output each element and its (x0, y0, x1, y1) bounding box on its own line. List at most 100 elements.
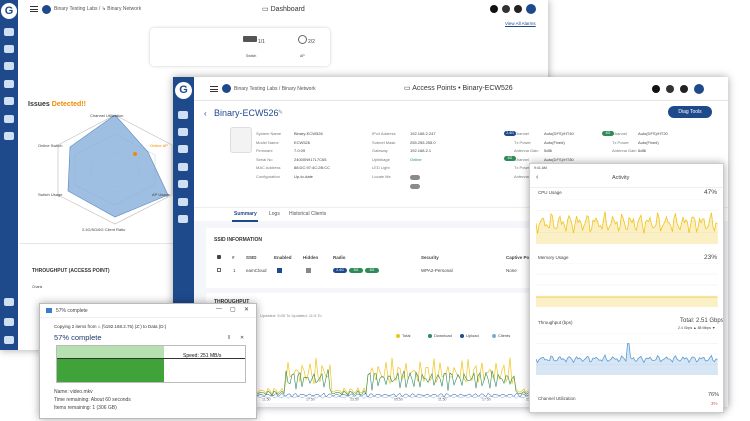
ap-icon (298, 35, 307, 44)
throughput-updated: Updated: 5:05 To Updated: 11:5 To (260, 313, 322, 318)
activity-back-icon[interactable]: ‹ (536, 174, 538, 181)
help-icon[interactable] (502, 5, 510, 13)
throughput-label: Throughput (bps) (538, 320, 573, 325)
switch-label: Switch (246, 54, 257, 58)
radio-badge-6g: 6G (365, 268, 379, 273)
issues-detected: Detected! (51, 101, 84, 108)
pause-icon[interactable]: ‖ (228, 335, 230, 341)
user-icon[interactable] (4, 115, 14, 123)
close-icon[interactable]: ✕ (244, 306, 249, 313)
view-alarms-link[interactable]: View All Alarms (505, 21, 536, 26)
theme-icon[interactable] (652, 85, 660, 93)
ssid-enabled-checkbox[interactable] (277, 268, 282, 273)
ssid-row-security: WPA2-Personal (421, 268, 453, 273)
info-label: MAC Address (256, 165, 281, 170)
led-toggle[interactable] (410, 175, 420, 180)
switch-count: 1/1 (258, 39, 265, 45)
monitor-icon[interactable] (4, 28, 14, 36)
copy-window-title: 57% complete (56, 308, 88, 314)
gear-icon[interactable] (4, 45, 14, 53)
legend-swatch (460, 334, 464, 338)
info-value: 192.168.2.247 (410, 131, 436, 136)
memory-usage-chart (536, 263, 718, 307)
theme-icon[interactable] (490, 5, 498, 13)
issues-title: Issues (28, 101, 50, 108)
notification-icon[interactable] (514, 5, 522, 13)
notification-icon[interactable] (680, 85, 688, 93)
user-icon[interactable] (178, 198, 188, 206)
doc-icon[interactable] (4, 298, 14, 306)
issues-radar-chart (57, 114, 173, 225)
user-avatar[interactable] (694, 84, 704, 94)
ssid-header-ssid: SSID (246, 255, 257, 260)
maximize-button[interactable]: ▢ (230, 306, 236, 313)
channel-util-extra: 3% (711, 401, 718, 406)
ssid-row-num: 1 (233, 268, 236, 273)
legend-label: Total (402, 333, 411, 338)
channel-util-label: Channel Utilization (538, 396, 576, 401)
dashboard-sidebar: G (0, 0, 18, 350)
info-value: 255.255.255.0 (410, 139, 436, 145)
ap-breadcrumb[interactable]: Binary Testing Labs / Binary Network (234, 86, 316, 92)
device-icon[interactable] (178, 145, 188, 153)
tools-icon[interactable] (4, 132, 14, 140)
tab-summary-underline (232, 220, 258, 222)
users-icon[interactable] (4, 318, 14, 326)
tools-icon[interactable] (178, 215, 188, 223)
dashboard-chart-label: Charts (32, 285, 43, 289)
locate-toggle[interactable] (410, 183, 420, 189)
copy-progress-graph: Speed: 251 MB/s (56, 345, 246, 383)
dashboard-breadcrumb[interactable]: Binary Testing Labs / ↳ Binary Network (54, 6, 141, 12)
cloud-icon[interactable] (4, 97, 14, 105)
legend-swatch (396, 334, 400, 338)
ap-page-title-text: Access Points • Binary-ECW526 (412, 85, 513, 92)
info-label: Tx Power (514, 139, 531, 145)
radar-label-top: Channel Utilization (90, 113, 124, 118)
lock-icon (217, 255, 221, 259)
ssid-row-checkbox[interactable] (217, 268, 221, 272)
info-label: Firmware (256, 148, 273, 153)
info-value: Auto(Fixed) (638, 139, 659, 145)
minimize-button[interactable]: — (216, 306, 222, 312)
copy-speed-area (57, 358, 165, 382)
device-icon[interactable] (4, 62, 14, 70)
cancel-icon[interactable]: ✕ (240, 335, 244, 341)
info-value: 6dBi (638, 148, 647, 153)
edit-icon[interactable]: ✎ (278, 109, 283, 116)
copy-dialog: 57% complete — ▢ ✕ Copying 2 items from … (39, 303, 257, 419)
radar-alert-point (133, 152, 137, 156)
dashboard-title: ▭ Dashboard (262, 6, 305, 13)
monitor-icon[interactable] (178, 111, 188, 119)
diag-tools-button[interactable]: Diag Tools (668, 106, 712, 118)
tab-summary[interactable]: Summary (234, 211, 257, 217)
user-avatar[interactable] (526, 4, 536, 14)
copy-file-name: Name: video.mkv (54, 389, 93, 395)
ssid-row-portal: None (506, 268, 517, 273)
tab-historical-clients[interactable]: Historical Clients (289, 211, 326, 217)
gear-icon[interactable] (178, 128, 188, 136)
grid-icon[interactable] (178, 163, 188, 171)
grid-icon[interactable] (4, 80, 14, 88)
ap-throughput-chart: 11:5017:5023:5005:5011:5017:5023:50 (256, 357, 537, 402)
x-tick-label: 17:50 (306, 398, 315, 402)
info-value: Auto(DFS)/HT80 (544, 156, 574, 162)
tab-logs[interactable]: Logs (269, 211, 280, 217)
cpu-label: CPU Usage (538, 190, 562, 195)
help-icon[interactable] (666, 85, 674, 93)
ssid-hidden-checkbox[interactable] (306, 268, 311, 273)
back-chevron-icon[interactable]: ‹ (204, 109, 207, 118)
info-value: Auto(DFS)/HT40 (544, 131, 574, 136)
ssid-header-radio: Radio (333, 255, 346, 260)
activity-title: Activity (612, 175, 630, 181)
x-tick-label: 11:50 (262, 398, 271, 402)
info-value: ECW526 (294, 139, 311, 145)
info-value: Online (410, 156, 422, 162)
menu-icon[interactable] (210, 86, 218, 92)
menu-icon[interactable] (30, 6, 38, 12)
ap-label: AP (300, 54, 305, 58)
info-label: Configuration (256, 173, 280, 179)
dashboard-throughput-title: THROUGHPUT (ACCESS POINT) (32, 268, 110, 274)
file-icon[interactable] (4, 336, 14, 344)
cloud-icon[interactable] (178, 180, 188, 188)
ssid-header-num: # (232, 255, 235, 260)
